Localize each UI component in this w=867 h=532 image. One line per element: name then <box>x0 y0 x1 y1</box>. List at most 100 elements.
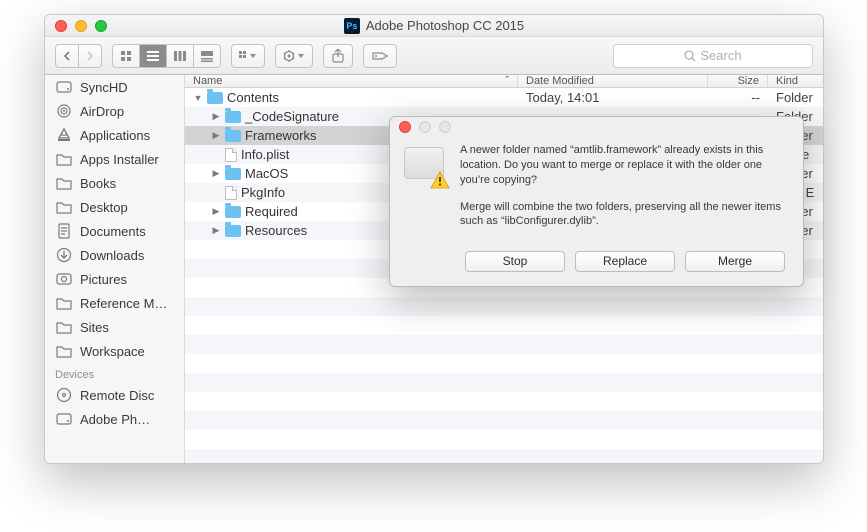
sidebar-item-label: Adobe Ph… <box>80 412 150 427</box>
dialog-minimize-button <box>419 121 431 133</box>
folder-icon <box>55 319 73 335</box>
empty-row <box>185 297 823 316</box>
file-name: MacOS <box>245 166 288 181</box>
search-field[interactable]: Search <box>613 44 813 68</box>
sidebar-item[interactable]: Books <box>45 171 184 195</box>
disclosure-triangle-icon[interactable]: ▶ <box>211 206 221 217</box>
sidebar-item[interactable]: Workspace <box>45 339 184 363</box>
back-button[interactable] <box>55 44 78 68</box>
close-button[interactable] <box>55 20 67 32</box>
search-placeholder: Search <box>700 48 741 63</box>
empty-row <box>185 354 823 373</box>
disclosure-triangle-icon[interactable]: ▶ <box>211 130 221 141</box>
sidebar-item[interactable]: AirDrop <box>45 99 184 123</box>
sidebar-item[interactable]: Desktop <box>45 195 184 219</box>
nav-buttons <box>55 44 102 68</box>
folder-icon <box>225 168 241 180</box>
icon-view-button[interactable] <box>112 44 139 68</box>
sidebar-item[interactable]: Reference M… <box>45 291 184 315</box>
sidebar-item[interactable]: Adobe Ph… <box>45 407 184 431</box>
list-view-button[interactable] <box>139 44 166 68</box>
disclosure-triangle-icon[interactable]: ▶ <box>211 225 221 236</box>
warning-badge-icon <box>430 171 450 189</box>
disclosure-triangle-icon[interactable]: ▶ <box>211 168 221 179</box>
date-column-header[interactable]: Date Modified <box>518 75 708 87</box>
folder-icon <box>225 111 241 123</box>
sidebar-item[interactable]: SyncHD <box>45 75 184 99</box>
view-mode-switcher <box>112 44 221 68</box>
sidebar-item[interactable]: Sites <box>45 315 184 339</box>
merge-replace-dialog: A newer folder named “amtlib.framework” … <box>389 116 804 287</box>
empty-row <box>185 335 823 354</box>
stop-button[interactable]: Stop <box>465 251 565 272</box>
disclosure-triangle-icon[interactable]: ▶ <box>211 111 221 122</box>
sidebar-item-label: Downloads <box>80 248 144 263</box>
size-column-header[interactable]: Size <box>708 75 768 87</box>
file-icon <box>225 148 237 162</box>
dialog-message-1: A newer folder named “amtlib.framework” … <box>460 143 785 188</box>
share-button[interactable] <box>323 44 353 68</box>
file-date: Today, 14:01 <box>518 90 708 105</box>
action-group <box>275 44 313 68</box>
action-button[interactable] <box>275 44 313 68</box>
folder-icon <box>55 151 73 167</box>
dialog-close-button[interactable] <box>399 121 411 133</box>
empty-row <box>185 449 823 464</box>
file-icon <box>225 186 237 200</box>
empty-row <box>185 411 823 430</box>
title-text: Adobe Photoshop CC 2015 <box>366 18 524 33</box>
sidebar-item[interactable]: Apps Installer <box>45 147 184 171</box>
sidebar-item[interactable]: Applications <box>45 123 184 147</box>
kind-column-header[interactable]: Kind <box>768 75 823 87</box>
sidebar-item-label: Reference M… <box>80 296 167 311</box>
replace-button[interactable]: Replace <box>575 251 675 272</box>
search-icon <box>684 50 696 62</box>
sidebar-item[interactable]: Downloads <box>45 243 184 267</box>
empty-row <box>185 430 823 449</box>
empty-row <box>185 392 823 411</box>
sidebar-item-label: AirDrop <box>80 104 124 119</box>
file-size: -- <box>708 90 768 105</box>
sidebar-item-label: Desktop <box>80 200 128 215</box>
column-view-button[interactable] <box>166 44 193 68</box>
file-name: Resources <box>245 223 307 238</box>
arrange-group <box>231 44 265 68</box>
dialog-zoom-button <box>439 121 451 133</box>
dialog-message: A newer folder named “amtlib.framework” … <box>460 143 785 241</box>
zoom-button[interactable] <box>95 20 107 32</box>
file-row[interactable]: ▼ContentsToday, 14:01--Folder <box>185 88 823 107</box>
empty-row <box>185 316 823 335</box>
column-headers: Nameˆ Date Modified Size Kind <box>185 75 823 88</box>
dialog-titlebar <box>390 117 803 137</box>
file-name: PkgInfo <box>241 185 285 200</box>
sidebar-item-label: Remote Disc <box>80 388 154 403</box>
folder-icon <box>225 206 241 218</box>
traffic-lights <box>55 20 107 32</box>
folder-icon <box>55 295 73 311</box>
sidebar-item[interactable]: Pictures <box>45 267 184 291</box>
dialog-buttons: Stop Replace Merge <box>390 251 803 272</box>
sidebar-item[interactable]: Documents <box>45 219 184 243</box>
airdrop-icon <box>55 103 73 119</box>
sidebar-item-label: Documents <box>80 224 146 239</box>
tags-button[interactable] <box>363 44 397 68</box>
sidebar-item-label: Applications <box>80 128 150 143</box>
sidebar-item-label: Workspace <box>80 344 145 359</box>
name-column-header[interactable]: Nameˆ <box>185 75 518 87</box>
minimize-button[interactable] <box>75 20 87 32</box>
coverflow-view-button[interactable] <box>193 44 221 68</box>
folder-icon <box>225 130 241 142</box>
folder-icon <box>207 92 223 104</box>
file-name: Required <box>245 204 298 219</box>
titlebar: Ps Adobe Photoshop CC 2015 <box>45 15 823 37</box>
merge-button[interactable]: Merge <box>685 251 785 272</box>
file-name: Frameworks <box>245 128 317 143</box>
disclosure-triangle-icon[interactable]: ▼ <box>193 93 203 103</box>
sort-indicator-icon: ˆ <box>505 75 509 87</box>
hdd-icon <box>55 411 73 427</box>
arrange-button[interactable] <box>231 44 265 68</box>
forward-button[interactable] <box>78 44 102 68</box>
sidebar-item[interactable]: Remote Disc <box>45 383 184 407</box>
docs-icon <box>55 223 73 239</box>
apps-icon <box>55 127 73 143</box>
